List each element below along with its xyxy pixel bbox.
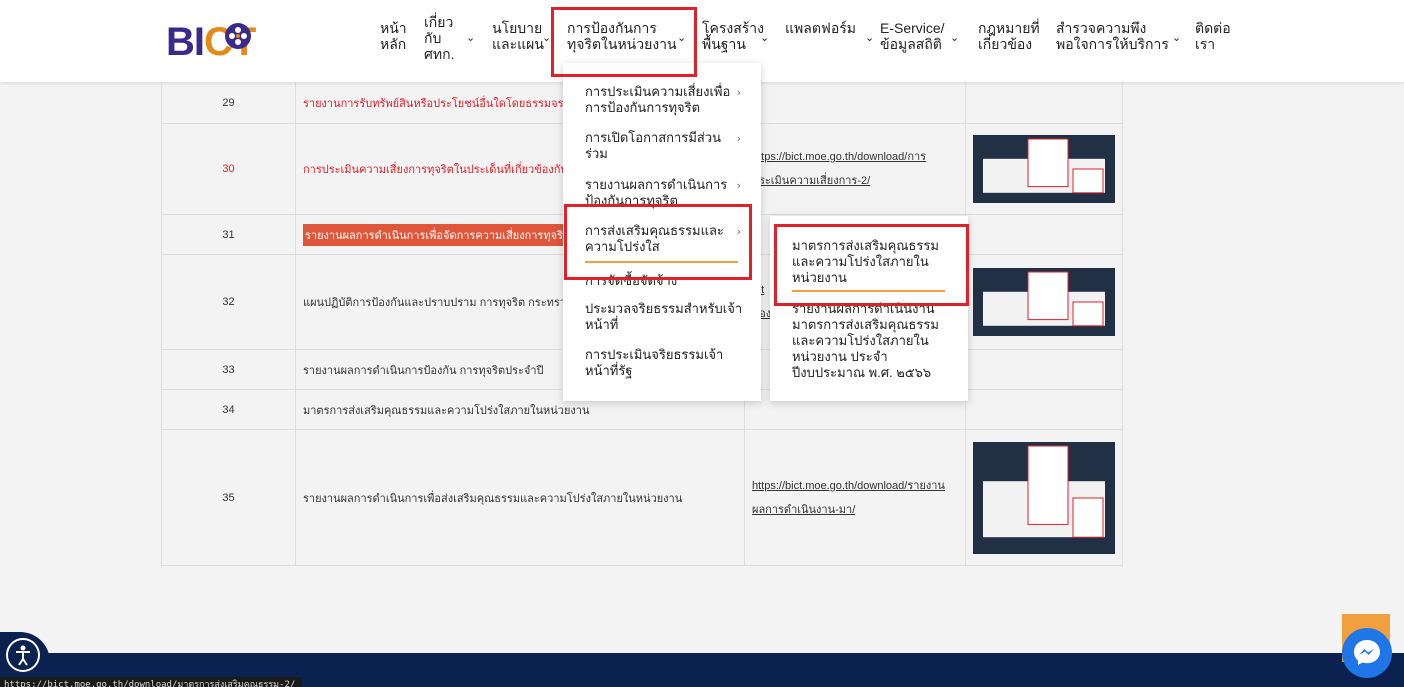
screenshot-thumbnail[interactable] <box>973 135 1115 203</box>
submenu-item-1[interactable]: รายงานผลการดำเนินงาน มาตรการส่งเสริมคุณธ… <box>792 301 939 381</box>
nav-label: กฎหมายที่ เกี่ยวข้อง <box>978 20 1040 52</box>
row-thumbnail-cell <box>966 430 1122 565</box>
nav-item-1[interactable]: เกี่ยว กับ ศทก. <box>424 14 454 62</box>
nav-item-7[interactable]: กฎหมายที่ เกี่ยวข้อง <box>978 20 1040 52</box>
download-link-cont[interactable]: ผลการดำเนินงาน-มา/ <box>752 498 945 522</box>
row-number: 30 <box>162 124 296 214</box>
chevron-down-icon: ⌄ <box>760 32 770 44</box>
dropdown-item-0[interactable]: การประเมินความเสี่ยงเพื่อ การป้องกันการท… <box>585 84 745 116</box>
row-thumbnail-cell <box>966 390 1122 429</box>
nav-label: ติดต่อ เรา <box>1195 20 1231 52</box>
chevron-down-icon: ⌄ <box>865 32 875 44</box>
submenu-highlight-box <box>774 224 969 306</box>
submenu-item-label: รายงานผลการดำเนินงาน มาตรการส่งเสริมคุณธ… <box>792 301 939 380</box>
nav-highlight-box <box>551 7 697 77</box>
row-title-text: รายงานการรับทรัพย์สินหรือประโยชน์อื่นใดโ… <box>303 97 583 110</box>
nav-label: โครงสร้าง พื้นฐาน <box>702 20 765 52</box>
dropdown-item-label: การประเมินความเสี่ยงเพื่อ การป้องกันการท… <box>585 84 731 115</box>
logo-flower-icon <box>225 23 251 49</box>
download-link-cont[interactable]: ประเมินความเสี่ยงการ-2/ <box>752 169 926 193</box>
nav-label: E-Service/ ข้อมูลสถิติ <box>880 20 945 52</box>
row-title: รายงานผลการดำเนินการเพื่อส่งเสริมคุณธรรม… <box>296 430 745 565</box>
screenshot-thumbnail[interactable] <box>973 268 1115 336</box>
row-thumbnail-cell <box>966 124 1122 214</box>
row-thumbnail-cell <box>966 82 1122 123</box>
accessibility-icon <box>6 638 40 672</box>
nav-item-9[interactable]: ติดต่อ เรา <box>1195 20 1231 52</box>
nav-label: แพลตฟอร์ม <box>785 20 856 36</box>
nav-label: เกี่ยว กับ ศทก. <box>424 14 455 62</box>
chevron-down-icon: ⌄ <box>950 32 960 44</box>
screenshot-thumbnail[interactable] <box>973 441 1115 554</box>
status-bar-url: https://bict.moe.go.th/download/มาตรการส… <box>0 677 302 687</box>
row-number: 29 <box>162 82 296 123</box>
row-number: 34 <box>162 390 296 429</box>
nav-item-0[interactable]: หน้า หลัก <box>380 20 407 52</box>
chevron-down-icon: ⌄ <box>542 32 552 44</box>
dropdown-item-5[interactable]: ประมวลจริยธรรมสำหรับเจ้า หน้าที่ <box>585 301 745 333</box>
row-thumbnail-cell <box>966 255 1122 349</box>
nav-label: นโยบาย และแผน <box>492 20 544 52</box>
row-number: 32 <box>162 255 296 349</box>
row-title-text: การประเมินความเสี่ยงการทุจริตในประเด็นที… <box>303 164 597 176</box>
dropdown-item-label: ประมวลจริยธรรมสำหรับเจ้า หน้าที่ <box>585 301 743 332</box>
row-number: 35 <box>162 430 296 565</box>
dropdown-item-label: การเปิดโอกาสการมีส่วน ร่วม <box>585 130 722 161</box>
chevron-right-icon: › <box>736 86 741 99</box>
chevron-down-icon: ⌄ <box>1172 32 1182 44</box>
nav-item-6[interactable]: E-Service/ ข้อมูลสถิติ <box>880 20 945 52</box>
row-thumbnail-cell <box>966 215 1122 254</box>
chevron-right-icon: › <box>736 179 741 192</box>
row-number: 33 <box>162 350 296 389</box>
download-link[interactable]: https://bict.moe.go.th/download/การ <box>752 145 926 169</box>
dropdown-item-6[interactable]: การประเมินจริยธรรมเจ้า หน้าที่รัฐ <box>585 347 745 379</box>
row-link-cell: https://bict.moe.go.th/download/รายงาน ผล… <box>745 430 966 565</box>
dropdown-item-label: การประเมินจริยธรรมเจ้า หน้าที่รัฐ <box>585 347 724 378</box>
dropdown-item-1[interactable]: การเปิดโอกาสการมีส่วน ร่วม <box>585 130 745 162</box>
table-row: 35 รายงานผลการดำเนินการเพื่อส่งเสริมคุณธร… <box>162 430 1122 566</box>
row-thumbnail-cell <box>966 350 1122 389</box>
chevron-down-icon: ⌄ <box>466 32 476 44</box>
row-link-cell: https://bict.moe.go.th/download/การ ประเม… <box>745 124 966 214</box>
download-link[interactable]: https://bict.moe.go.th/download/รายงาน <box>752 474 945 498</box>
nav-label: หน้า หลัก <box>380 20 407 52</box>
chevron-right-icon: › <box>736 132 741 145</box>
nav-label: สำรวจความพึง พอใจการให้บริการ <box>1056 20 1169 52</box>
row-title-text: มาตรการส่งเสริมคุณธรรมและความโปร่งใสภายใ… <box>303 404 590 417</box>
messenger-icon <box>1354 640 1380 665</box>
row-link-wrapper: https://bict.moe.go.th/download/รายงาน ผล… <box>752 474 945 522</box>
messenger-chat-button[interactable] <box>1342 628 1392 678</box>
dropdown-highlight-box <box>564 204 752 280</box>
row-title-text: รายงานผลการดำเนินการป้องกัน การทุจริตประ… <box>303 364 544 377</box>
row-title-text: รายงานผลการดำเนินการเพื่อจัดการความเสี่ย… <box>303 223 592 246</box>
nav-item-8[interactable]: สำรวจความพึง พอใจการให้บริการ <box>1056 20 1169 52</box>
row-title-text: รายงานผลการดำเนินการเพื่อส่งเสริมคุณธรรม… <box>303 492 683 505</box>
nav-item-2[interactable]: นโยบาย และแผน <box>492 20 544 52</box>
row-number: 31 <box>162 215 296 254</box>
row-link-wrapper: https://bict.moe.go.th/download/การ ประเม… <box>752 145 926 193</box>
row-link-cell <box>745 82 966 123</box>
nav-item-5[interactable]: แพลตฟอร์ม <box>785 20 856 36</box>
nav-item-4[interactable]: โครงสร้าง พื้นฐาน <box>702 20 764 52</box>
bict-logo[interactable]: BICT <box>166 12 276 70</box>
